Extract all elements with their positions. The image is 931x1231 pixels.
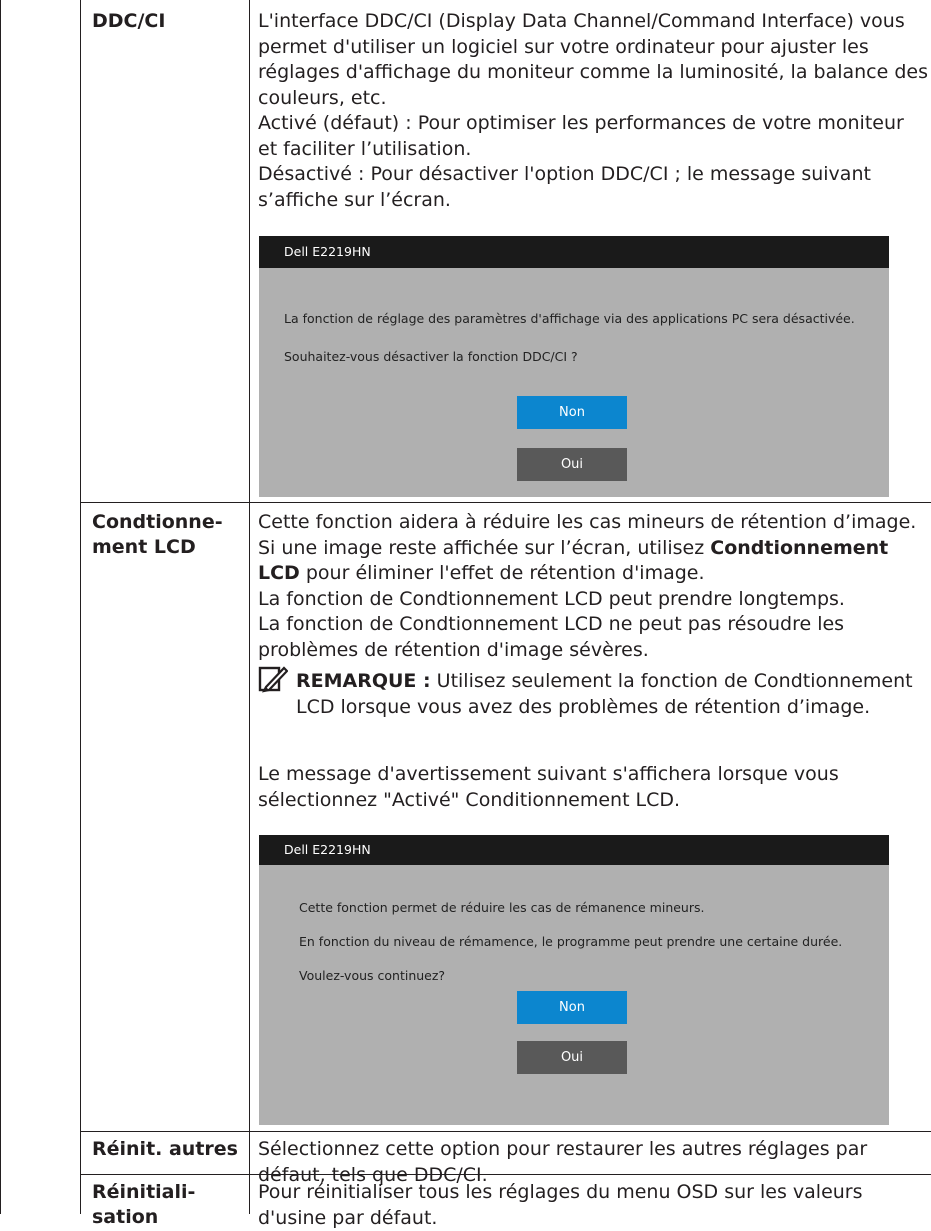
dialog-message-line-2: Souhaitez-vous désactiver la fonction DD… (284, 349, 578, 364)
dialog-message-line-1: La fonction de réglage des paramètres d'… (284, 311, 855, 326)
column-divider-2 (249, 0, 250, 1214)
row-desc-ddcci: L'interface DDC/CI (Display Data Channel… (258, 9, 928, 213)
label-line-2: ment LCD (92, 536, 196, 558)
row-desc-reset: Pour réinitialiser tous les réglages du … (258, 1181, 863, 1229)
ddcci-paragraph-3: Désactivé : Pour désactiver l'option DDC… (258, 163, 871, 211)
lcd-osd-dialog: Dell E2219HN Cette fonction permet de ré… (259, 835, 889, 1125)
ddcci-osd-dialog: Dell E2219HN La fonction de réglage des … (259, 236, 889, 497)
row-label-reset-others: Réinit. autres (92, 1138, 238, 1160)
ddcci-paragraph-2: Activé (défaut) : Pour optimiser les per… (258, 112, 904, 160)
ddcci-paragraph-1: L'interface DDC/CI (Display Data Channel… (258, 10, 929, 109)
note-text: REMARQUE : Utilisez seulement la fonctio… (296, 670, 913, 718)
dialog-title: Dell E2219HN (259, 835, 889, 865)
row-divider-2 (80, 1131, 931, 1132)
row-label-ddcci: DDC/CI (92, 10, 166, 32)
column-divider-1 (80, 0, 81, 1214)
lcd-paragraph-4: Le message d'avertissement suivant s'aff… (258, 763, 839, 811)
row-desc-lcd-conditioning: Cette fonction aidera à réduire les cas … (258, 510, 928, 663)
table-border-left (0, 0, 1, 1214)
note-label: REMARQUE : (296, 670, 431, 692)
non-button[interactable]: Non (517, 396, 627, 429)
lcd-paragraph-2: La fonction de Condtionnement LCD peut p… (258, 587, 845, 610)
label-line-1: Condtionne- (92, 511, 223, 533)
label-line-2: sation (92, 1206, 159, 1228)
oui-button[interactable]: Oui (517, 448, 627, 481)
dialog-message-line-3: Voulez-vous continuez? (299, 968, 446, 983)
non-button[interactable]: Non (517, 991, 627, 1024)
row-label-lcd-conditioning: Condtionne- ment LCD (92, 510, 223, 560)
dialog-message-line-1: Cette fonction permet de réduire les cas… (299, 900, 705, 915)
note-block: REMARQUE : Utilisez seulement la fonctio… (258, 665, 928, 745)
dialog-title: Dell E2219HN (259, 236, 889, 268)
oui-button[interactable]: Oui (517, 1041, 627, 1074)
lcd-paragraph-1: Cette fonction aidera à réduire les cas … (258, 511, 917, 584)
row-label-reset: Réinitiali- sation (92, 1180, 195, 1230)
lcd-paragraph-3: La fonction de Condtionnement LCD ne peu… (258, 613, 845, 661)
label-line-1: Réinitiali- (92, 1181, 196, 1203)
row-divider-1 (80, 502, 931, 503)
dialog-message-line-2: En fonction du niveau de rémamence, le p… (299, 934, 843, 949)
pencil-note-icon (258, 665, 289, 693)
